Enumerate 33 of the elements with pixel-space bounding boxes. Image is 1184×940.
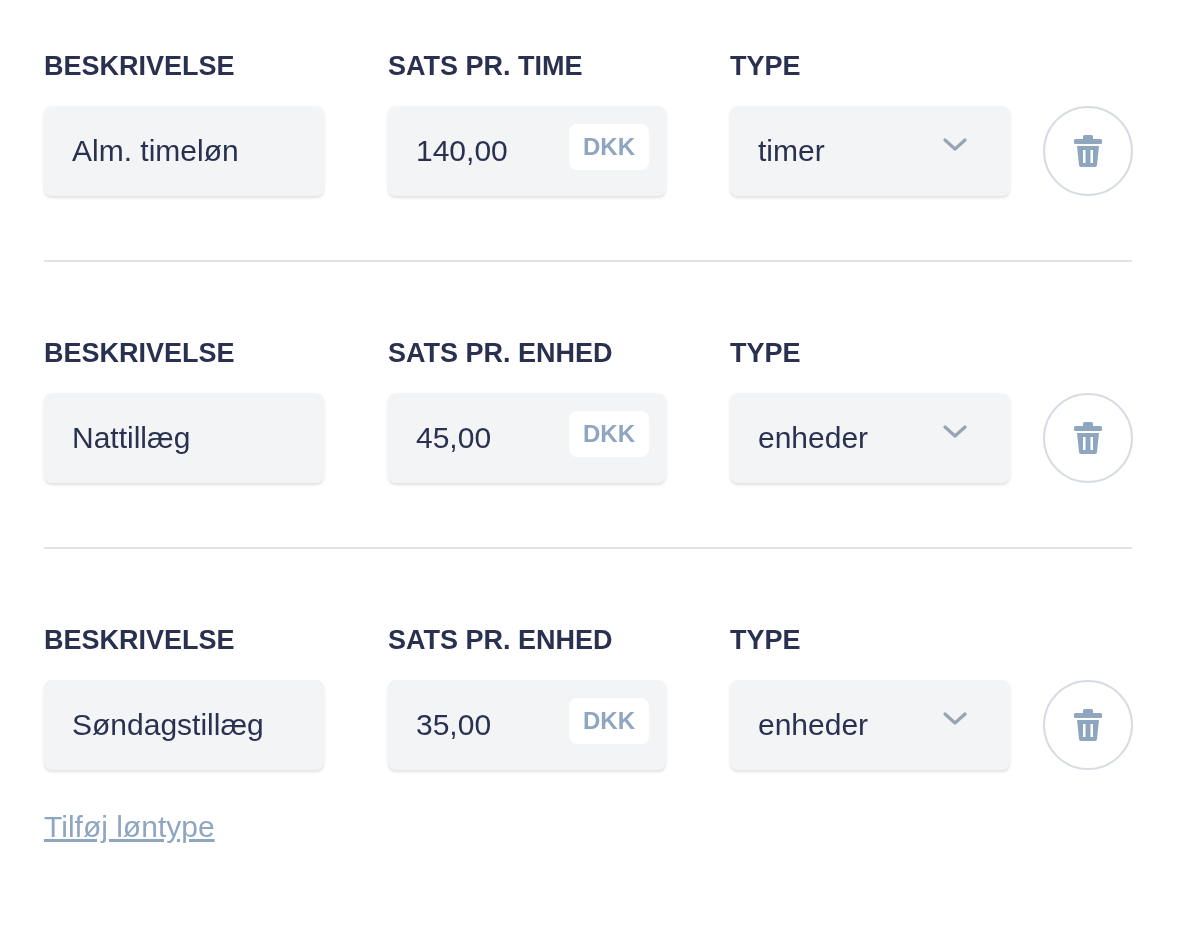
rate-value: 35,00 bbox=[416, 708, 492, 742]
trash-icon bbox=[1073, 422, 1103, 454]
trash-icon bbox=[1073, 135, 1103, 167]
chevron-down-icon bbox=[943, 138, 967, 152]
description-field[interactable]: Søndagstillæg bbox=[44, 680, 324, 770]
rate-field[interactable]: 35,00 DKK bbox=[388, 680, 666, 770]
type-dropdown[interactable]: enheder bbox=[730, 393, 1010, 483]
chevron-down-icon bbox=[943, 712, 967, 726]
field-label: SATS PR. TIME bbox=[388, 50, 584, 83]
type-value: enheder bbox=[758, 708, 869, 742]
currency-badge: DKK bbox=[569, 411, 649, 457]
rate-value: 140,00 bbox=[416, 134, 508, 168]
type-dropdown[interactable]: timer bbox=[730, 106, 1010, 196]
field-label: BESKRIVELSE bbox=[44, 337, 236, 370]
currency-badge: DKK bbox=[569, 698, 649, 744]
description-field[interactable]: Alm. timeløn bbox=[44, 106, 324, 196]
type-value: enheder bbox=[758, 421, 869, 455]
field-label: TYPE bbox=[730, 50, 802, 83]
field-label: SATS PR. ENHED bbox=[388, 337, 614, 370]
rate-value: 45,00 bbox=[416, 421, 492, 455]
rate-field[interactable]: 45,00 DKK bbox=[388, 393, 666, 483]
type-value: timer bbox=[758, 134, 825, 168]
field-label: BESKRIVELSE bbox=[44, 50, 236, 83]
currency-badge: DKK bbox=[569, 124, 649, 170]
description-field[interactable]: Nattillæg bbox=[44, 393, 324, 483]
trash-icon bbox=[1073, 709, 1103, 741]
rate-field[interactable]: 140,00 DKK bbox=[388, 106, 666, 196]
field-label: BESKRIVELSE bbox=[44, 624, 236, 657]
field-label: SATS PR. ENHED bbox=[388, 624, 614, 657]
field-label: TYPE bbox=[730, 624, 802, 657]
field-label: TYPE bbox=[730, 337, 802, 370]
type-dropdown[interactable]: enheder bbox=[730, 680, 1010, 770]
chevron-down-icon bbox=[943, 425, 967, 439]
